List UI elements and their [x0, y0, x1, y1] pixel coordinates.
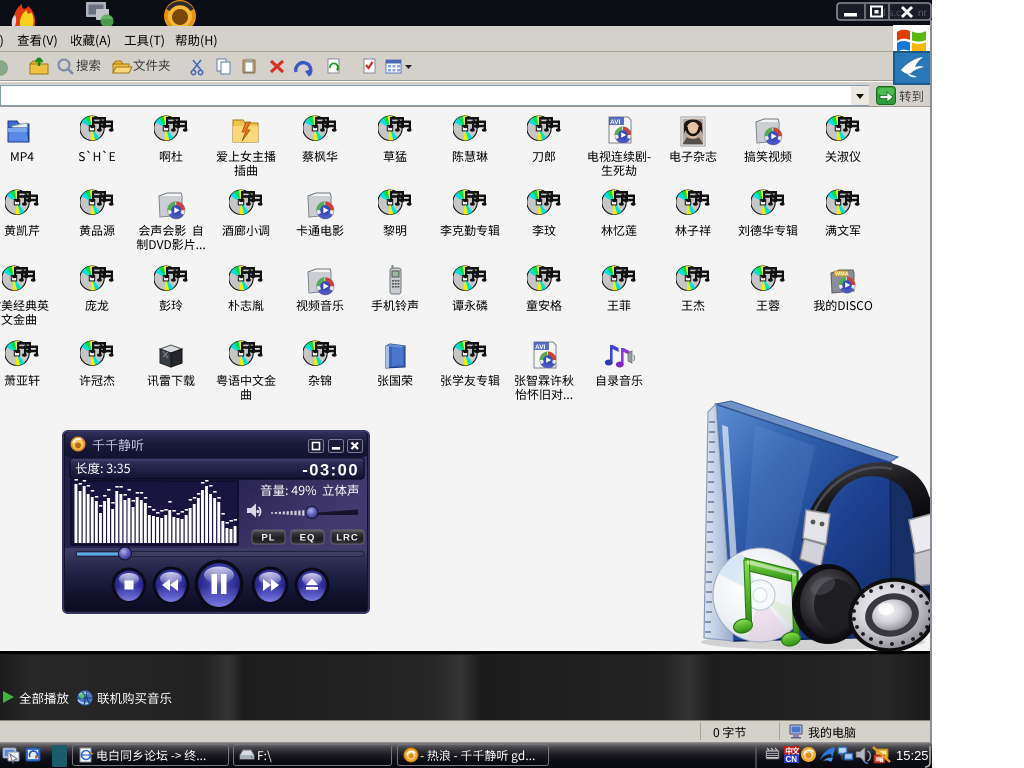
svg-text:nr: nr — [918, 8, 928, 19]
svg-text:EQ: EQ — [300, 533, 316, 544]
svg-text:文: 文 — [792, 745, 800, 755]
svg-text:CN: CN — [786, 755, 798, 764]
svg-text:-03:00: -03:00 — [302, 462, 359, 480]
svg-text:d s.c: d s.c — [880, 8, 901, 19]
svg-text:LRC: LRC — [336, 533, 359, 544]
svg-text:PL: PL — [261, 533, 275, 544]
